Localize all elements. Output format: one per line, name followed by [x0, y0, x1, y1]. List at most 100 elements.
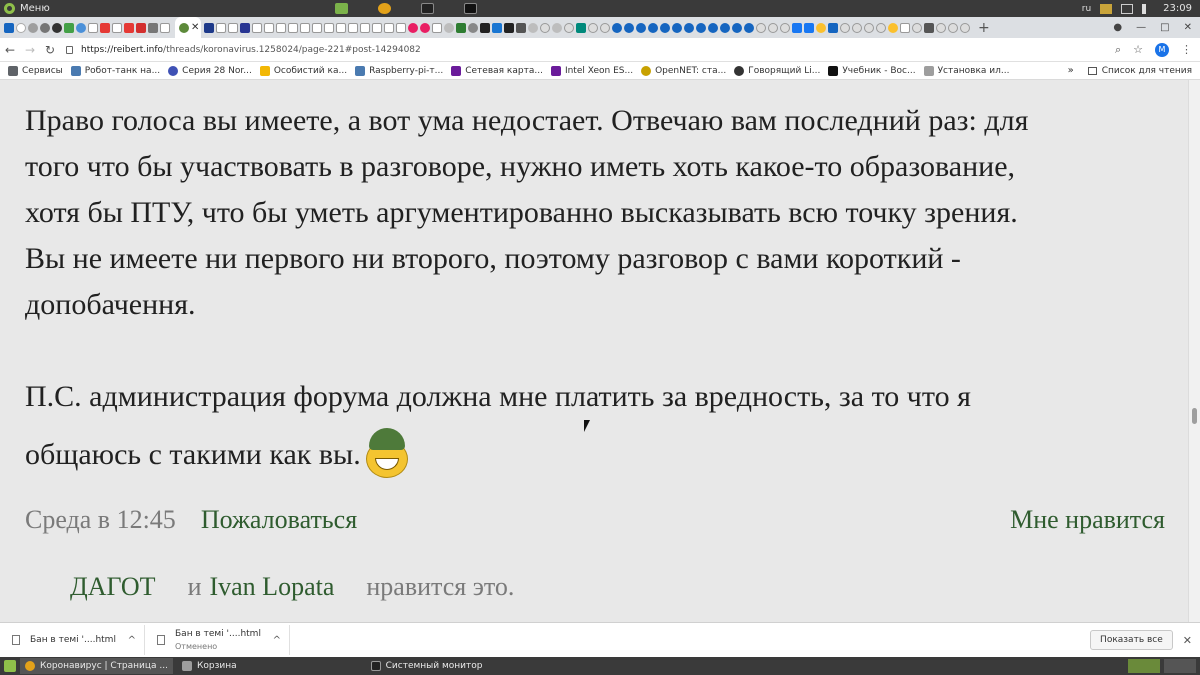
tab-favicon-icon[interactable] — [936, 22, 946, 33]
tab-favicon-icon[interactable] — [480, 22, 490, 33]
update-icon[interactable] — [1100, 3, 1113, 14]
bookmark-item[interactable]: OpenNET: ста... — [641, 65, 726, 76]
tab-favicon-icon[interactable] — [648, 22, 658, 33]
tab-favicon-icon[interactable] — [252, 22, 262, 33]
bookmark-item[interactable]: Особистий ка... — [259, 65, 347, 76]
terminal-launcher-icon[interactable] — [464, 3, 477, 14]
tab-favicon-icon[interactable] — [4, 22, 14, 33]
tab-favicon-icon[interactable] — [624, 22, 634, 33]
tab-favicon-icon[interactable] — [324, 22, 334, 33]
reading-list-button[interactable]: Список для чтения — [1087, 66, 1192, 76]
tab-favicon-icon[interactable] — [660, 22, 670, 33]
zoom-icon[interactable]: ⌕ — [1115, 43, 1121, 57]
tab-favicon-icon[interactable] — [948, 22, 958, 33]
scrollbar-thumb[interactable] — [1192, 408, 1197, 424]
bookmark-item[interactable]: Говорящий Li... — [734, 65, 820, 76]
tab-favicon-icon[interactable] — [148, 22, 158, 33]
report-link[interactable]: Пожаловаться — [201, 505, 357, 535]
profile-avatar[interactable]: M — [1155, 42, 1169, 57]
tab-favicon-icon[interactable] — [684, 22, 694, 33]
liker-link[interactable]: Ivan Lopata — [209, 572, 334, 602]
page-scrollbar[interactable] — [1188, 80, 1200, 622]
tab-favicon-icon[interactable] — [888, 22, 898, 33]
close-downloads-icon[interactable]: ✕ — [1183, 634, 1192, 647]
tab-favicon-icon[interactable] — [864, 22, 874, 33]
tab-favicon-icon[interactable] — [924, 22, 934, 33]
tab-favicon-icon[interactable] — [160, 22, 170, 33]
tab-favicon-icon[interactable] — [876, 22, 886, 33]
tab-favicon-icon[interactable] — [100, 22, 110, 33]
tab-favicon-icon[interactable] — [756, 22, 766, 33]
tab-favicon-icon[interactable] — [408, 22, 418, 33]
tab-favicon-icon[interactable] — [612, 22, 622, 33]
download-item[interactable]: Бан в темі '....html Отменено ^ — [145, 625, 290, 655]
tab-favicon-icon[interactable] — [504, 22, 514, 33]
tab-favicon-icon[interactable] — [348, 22, 358, 33]
new-tab-button[interactable]: + — [978, 20, 990, 36]
tab-search-icon[interactable]: ● — [1113, 22, 1122, 33]
show-all-downloads-button[interactable]: Показать все — [1090, 630, 1173, 650]
tab-favicon-icon[interactable] — [204, 22, 214, 33]
tab-favicon-icon[interactable] — [552, 22, 562, 33]
tab-favicon-icon[interactable] — [828, 22, 838, 33]
tab-favicon-icon[interactable] — [384, 22, 394, 33]
tab-favicon-icon[interactable] — [804, 22, 814, 33]
tab-favicon-icon[interactable] — [288, 22, 298, 33]
network-icon[interactable] — [1121, 3, 1134, 14]
minimize-icon[interactable]: — — [1136, 22, 1146, 33]
more-bookmarks-chevron-icon[interactable]: » — [1068, 65, 1074, 76]
tab-favicon-icon[interactable] — [88, 22, 98, 33]
tab-favicon-icon[interactable] — [444, 22, 454, 33]
tab-favicon-icon[interactable] — [40, 22, 50, 33]
tab-favicon-icon[interactable] — [732, 22, 742, 33]
bookmark-item[interactable]: Робот-танк на... — [70, 65, 160, 76]
tab-favicon-icon[interactable] — [124, 22, 134, 33]
tab-favicon-icon[interactable] — [792, 22, 802, 33]
tab-favicon-icon[interactable] — [136, 22, 146, 33]
tab-favicon-icon[interactable] — [76, 22, 86, 33]
system-monitor-launcher-icon[interactable] — [421, 3, 434, 14]
back-icon[interactable]: ← — [0, 43, 20, 57]
tab-favicon-icon[interactable] — [636, 22, 646, 33]
maximize-icon[interactable]: □ — [1160, 22, 1169, 33]
tab-favicon-icon[interactable] — [588, 22, 598, 33]
lock-icon[interactable] — [66, 45, 73, 54]
like-button[interactable]: Мне нравится — [1010, 505, 1165, 535]
bookmark-star-icon[interactable]: ☆ — [1133, 43, 1143, 56]
tab-favicon-icon[interactable] — [840, 22, 850, 33]
bookmark-item[interactable]: Серия 28 Nor... — [168, 65, 252, 76]
taskbar-window-chrome[interactable]: Коронавирус | Страница ... — [20, 658, 173, 674]
tab-favicon-icon[interactable] — [768, 22, 778, 33]
keyboard-layout-indicator[interactable]: ru — [1082, 4, 1091, 14]
tab-favicon-icon[interactable] — [492, 22, 502, 33]
tab-favicon-icon[interactable] — [528, 22, 538, 33]
workspace-1[interactable] — [1128, 659, 1160, 673]
bookmark-item[interactable]: Raspberry-pi-т... — [355, 65, 443, 76]
tab-favicon-icon[interactable] — [264, 22, 274, 33]
taskbar-window-trash[interactable]: Корзина — [177, 658, 242, 674]
active-tab[interactable]: ✕ — [175, 17, 201, 38]
show-desktop-icon[interactable] — [4, 660, 16, 672]
liker-link[interactable]: ДАГОТ — [70, 572, 156, 602]
menu-kebab-icon[interactable]: ⋮ — [1181, 43, 1192, 56]
forward-icon[interactable]: → — [20, 43, 40, 57]
bookmark-item[interactable]: Сетевая карта... — [451, 65, 543, 76]
tab-favicon-icon[interactable] — [540, 22, 550, 33]
tab-favicon-icon[interactable] — [816, 22, 826, 33]
tab-favicon-icon[interactable] — [564, 22, 574, 33]
tab-favicon-icon[interactable] — [420, 22, 430, 33]
workspace-2[interactable] — [1164, 659, 1196, 673]
tab-favicon-icon[interactable] — [780, 22, 790, 33]
tab-favicon-icon[interactable] — [456, 22, 466, 33]
tab-favicon-icon[interactable] — [64, 22, 74, 33]
tab-favicon-icon[interactable] — [744, 22, 754, 33]
tab-favicon-icon[interactable] — [360, 22, 370, 33]
tab-favicon-icon[interactable] — [672, 22, 682, 33]
bookmark-item[interactable]: Intel Xeon ES... — [550, 65, 633, 76]
tab-favicon-icon[interactable] — [372, 22, 382, 33]
tab-favicon-icon[interactable] — [16, 22, 26, 33]
tab-favicon-icon[interactable] — [276, 22, 286, 33]
post-date[interactable]: Среда в 12:45 — [25, 505, 176, 535]
download-item[interactable]: Бан в темі '....html ^ — [0, 625, 145, 655]
volume-icon[interactable] — [1142, 3, 1154, 14]
